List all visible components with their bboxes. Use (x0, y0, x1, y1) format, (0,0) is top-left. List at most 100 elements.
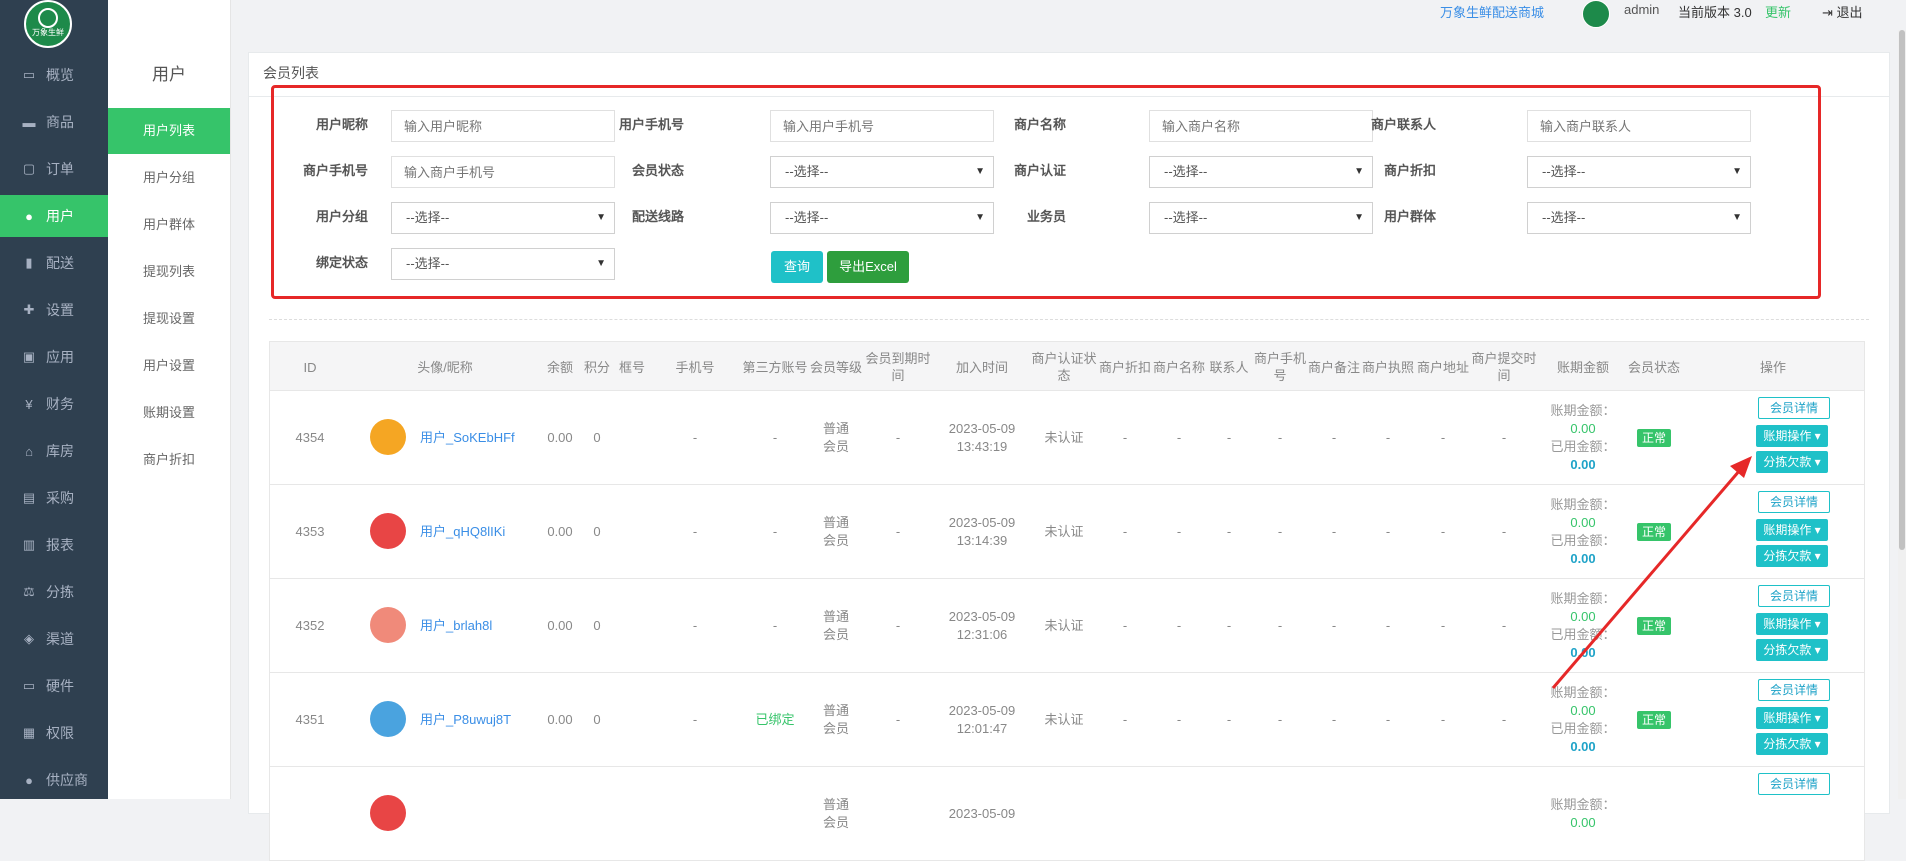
bind-status-select[interactable]: --选择-- ▼ (391, 248, 615, 280)
query-button[interactable]: 查询 (771, 251, 823, 283)
order-icon: ▢ (22, 161, 36, 176)
merchant-name-input[interactable] (1149, 110, 1373, 142)
cell-balance-text: 0.00 (547, 712, 573, 727)
sidebar-item-0[interactable]: ▭ 概览 (0, 54, 108, 96)
scrollbar-thumb[interactable] (1899, 30, 1905, 550)
user-crowd-label: 用户群体 (1383, 209, 1436, 224)
period-value: 0.00 (1570, 609, 1596, 624)
sidebar-item-11[interactable]: ⚖ 分拣 (0, 571, 108, 613)
logo[interactable]: 万象生鲜 (24, 0, 72, 48)
subnav-item-2[interactable]: 用户群体 (108, 202, 230, 248)
sorting-debt-button[interactable]: 分拣欠款 ▾ (1756, 733, 1828, 755)
merchant-contact-label: 商户联系人 (1370, 117, 1436, 132)
member-detail-button[interactable]: 会员详情 (1758, 773, 1830, 795)
member-detail-button[interactable]: 会员详情 (1758, 491, 1830, 513)
member-status-label: 会员状态 (631, 163, 684, 178)
cell-nickname[interactable]: 用户_brlah8l (420, 579, 540, 673)
sidebar-item-label: 用户 (46, 208, 74, 224)
cell-nickname[interactable]: 用户_P8uwuj8T (420, 673, 540, 767)
cell-mphone-text: - (1277, 430, 1283, 445)
sidebar-item-14[interactable]: ▦ 权限 (0, 712, 108, 754)
admin-username[interactable]: admin (1624, 2, 1659, 17)
admin-avatar[interactable] (1582, 0, 1610, 28)
sidebar-item-5[interactable]: ✚ 设置 (0, 289, 108, 331)
period-operation-button[interactable]: 账期操作 ▾ (1756, 425, 1828, 447)
column-header: 操作 (1759, 359, 1786, 375)
sidebar-item-8[interactable]: ⌂ 库房 (0, 430, 108, 472)
cell-nickname[interactable]: 用户_SoKEbHFf (420, 391, 540, 485)
sorting-debt-button[interactable]: 分拣欠款 ▾ (1756, 451, 1828, 473)
cell-addr-text: - (1440, 712, 1446, 727)
cell-expire: - (862, 579, 934, 673)
subnav-item-6[interactable]: 账期设置 (108, 390, 230, 436)
nickname-link[interactable]: 用户_SoKEbHFf (420, 429, 515, 447)
chevron-down-icon: ▼ (1732, 166, 1742, 177)
member-detail-button[interactable]: 会员详情 (1758, 585, 1830, 607)
cell-level-text: 普通会员 (822, 797, 849, 830)
sidebar-item-9[interactable]: ▤ 采购 (0, 477, 108, 519)
member-detail-button[interactable]: 会员详情 (1758, 679, 1830, 701)
subnav-item-5[interactable]: 用户设置 (108, 343, 230, 389)
page-scrollbar[interactable] (1898, 30, 1906, 799)
cell-mname-text: - (1176, 712, 1182, 727)
cell-points (580, 767, 614, 861)
sorting-debt-button[interactable]: 分拣欠款 ▾ (1756, 545, 1828, 567)
period-operation-button[interactable]: 账期操作 ▾ (1756, 707, 1828, 729)
sidebar-item-7[interactable]: ¥ 财务 (0, 383, 108, 425)
merchant-contact-input[interactable] (1527, 110, 1751, 142)
sidebar-item-6[interactable]: ▣ 应用 (0, 336, 108, 378)
nickname-link[interactable]: 用户_qHQ8lIKi (420, 523, 505, 541)
member-detail-button[interactable]: 会员详情 (1758, 397, 1830, 419)
sidebar-item-label: 设置 (46, 302, 74, 318)
sidebar-item-13[interactable]: ▭ 硬件 (0, 665, 108, 707)
sidebar-item-4[interactable]: ▮ 配送 (0, 242, 108, 284)
cell-contact: - (1206, 391, 1252, 485)
merchant-discount-select[interactable]: --选择-- ▼ (1527, 156, 1751, 188)
sidebar-item-15[interactable]: ● 供应商 (0, 759, 108, 801)
period-operation-button[interactable]: 账期操作 ▾ (1756, 519, 1828, 541)
nickname-input[interactable] (391, 110, 615, 142)
cell-nickname[interactable]: 用户_qHQ8lIKi (420, 485, 540, 579)
route-select[interactable]: --选择-- ▼ (770, 202, 994, 234)
cell-cert: 未认证 (1030, 391, 1098, 485)
route-value: --选择-- (785, 210, 829, 225)
member-status-select[interactable]: --选择-- ▼ (770, 156, 994, 188)
nickname-link[interactable]: 用户_P8uwuj8T (420, 711, 511, 729)
join-time: 13:14:39 (956, 533, 1008, 548)
subnav-item-7[interactable]: 商户折扣 (108, 437, 230, 483)
user-group-select[interactable]: --选择-- ▼ (391, 202, 615, 234)
cell-cert-text: 未认证 (1044, 618, 1084, 633)
used-value: 0.00 (1570, 457, 1596, 472)
sidebar-item-label: 报表 (46, 537, 74, 553)
cell-nickname[interactable] (420, 767, 540, 861)
period-operation-button[interactable]: 账期操作 ▾ (1756, 613, 1828, 635)
logout-button[interactable]: ⇥ 退出 (1822, 2, 1863, 21)
cell-box (614, 767, 650, 861)
sidebar-item-10[interactable]: ▥ 报表 (0, 524, 108, 566)
column-header: 会员状态 (1628, 359, 1681, 375)
sidebar-item-1[interactable]: ▬ 商品 (0, 101, 108, 143)
merchant-cert-select[interactable]: --选择-- ▼ (1149, 156, 1373, 188)
salesman-select[interactable]: --选择-- ▼ (1149, 202, 1373, 234)
user-crowd-select[interactable]: --选择-- ▼ (1527, 202, 1751, 234)
subnav-item-0[interactable]: 用户列表 (108, 108, 230, 154)
sidebar-item-3[interactable]: ● 用户 (0, 195, 108, 237)
sidebar-item-2[interactable]: ▢ 订单 (0, 148, 108, 190)
phone-input[interactable] (770, 110, 994, 142)
period-value: 0.00 (1570, 421, 1596, 436)
cell-join-time: 2023-05-09 13:14:39 (934, 485, 1030, 579)
subnav-item-4[interactable]: 提现设置 (108, 296, 230, 342)
shop-name-link[interactable]: 万象生鲜配送商城 (1440, 2, 1544, 21)
column-header: 商户执照 (1361, 359, 1414, 375)
cell-remark: - (1308, 673, 1360, 767)
subnav-item-1[interactable]: 用户分组 (108, 155, 230, 201)
cell-expire-text: - (895, 712, 901, 727)
panel-title: 会员列表 (263, 65, 319, 81)
subnav-item-3[interactable]: 提现列表 (108, 249, 230, 295)
nickname-link[interactable]: 用户_brlah8l (420, 617, 492, 635)
merchant-phone-input[interactable] (391, 156, 615, 188)
sorting-debt-button[interactable]: 分拣欠款 ▾ (1756, 639, 1828, 661)
sidebar-item-12[interactable]: ◈ 渠道 (0, 618, 108, 660)
export-excel-button[interactable]: 导出Excel (827, 251, 909, 283)
update-link[interactable]: 更新 (1765, 2, 1791, 21)
